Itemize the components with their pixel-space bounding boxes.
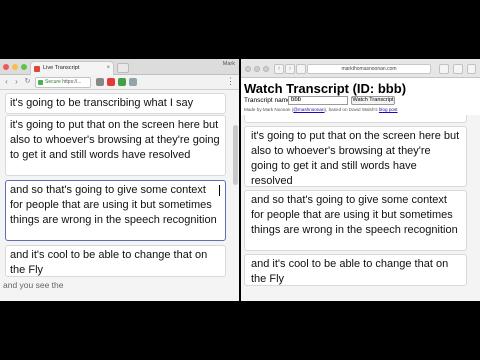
lock-icon (38, 80, 43, 85)
reload-icon[interactable]: ↻ (23, 77, 32, 87)
watch-transcript-button[interactable]: Watch Transcript (351, 96, 395, 105)
tabs-icon[interactable] (453, 64, 463, 74)
text-cursor (219, 185, 220, 196)
watch-transcript-window: ‹ › markthomasnoonan.com Watch Transcrip… (241, 59, 480, 301)
tab-title: Live Transcript (43, 65, 80, 71)
transcript-item-editing[interactable]: and so that's going to give some context… (5, 180, 226, 241)
close-window-icon[interactable] (3, 64, 9, 70)
new-tab-button[interactable] (117, 63, 129, 73)
transcript-item[interactable]: and it's cool to be able to change that … (5, 245, 226, 277)
back-icon[interactable]: ‹ (2, 77, 11, 87)
url-secure-label: Secure (45, 79, 61, 85)
transcript-item-partial (244, 115, 467, 123)
transcript-item: it's going to put that on the screen her… (244, 126, 467, 187)
puzzle-icon[interactable] (129, 78, 137, 86)
minimize-window-icon[interactable] (254, 66, 260, 72)
address-bar[interactable]: markthomasnoonan.com (307, 64, 431, 74)
transcript-text: it's going to be transcribing what I say (10, 97, 194, 109)
transcript-item[interactable]: it's going to put that on the screen her… (5, 115, 226, 176)
favicon-icon (34, 66, 40, 72)
transcript-text: it's going to put that on the screen her… (10, 119, 220, 161)
credit-prefix: Made by Mark Noonan (244, 107, 291, 112)
shield-icon[interactable] (107, 78, 115, 86)
transcript-item[interactable]: it's going to be transcribing what I say (5, 93, 226, 114)
watch-transcript-list: it's going to put that on the screen her… (241, 115, 480, 301)
transcript-text: and it's cool to be able to change that … (251, 258, 449, 285)
add-tab-icon[interactable] (467, 64, 476, 74)
profile-name[interactable]: Mark (223, 61, 235, 67)
transcript-item: and it's cool to be able to change that … (244, 254, 467, 286)
share-icon[interactable] (439, 64, 449, 74)
interim-transcript: and you see the (3, 280, 64, 290)
url-text: https://... (62, 79, 82, 85)
transcript-list: it's going to be transcribing what I say… (0, 90, 239, 301)
transcript-text: and it's cool to be able to change that … (10, 249, 208, 276)
scrollbar-thumb[interactable] (233, 125, 238, 185)
back-icon[interactable]: ‹ (274, 64, 284, 74)
tab-live-transcript[interactable]: Live Transcript × (30, 61, 114, 75)
transcript-text: and so that's going to give some context… (251, 194, 458, 236)
tab-close-icon[interactable]: × (106, 62, 110, 75)
credit-mid: , based on David Walsh's (326, 107, 378, 112)
transcript-name-label: Transcript name: (244, 97, 293, 104)
title-bar: ‹ › markthomasnoonan.com (241, 59, 480, 78)
live-transcript-window: Live Transcript × Mark ‹ › ↻ Secure http… (0, 59, 239, 301)
maximize-window-icon[interactable] (21, 64, 27, 70)
close-window-icon[interactable] (245, 66, 251, 72)
transcript-item: and so that's going to give some context… (244, 190, 467, 251)
blog-post-link[interactable]: blog post (379, 107, 398, 112)
transcript-name-input[interactable]: bbb (288, 96, 348, 105)
transcript-text: it's going to put that on the screen her… (251, 130, 460, 187)
transcript-text: and so that's going to give some context… (10, 184, 217, 226)
maximize-window-icon[interactable] (263, 66, 269, 72)
page-title: Watch Transcript (ID: bbb) (244, 81, 407, 96)
sidebar-icon[interactable] (296, 64, 306, 74)
extension-icon[interactable] (96, 78, 104, 86)
credit-line: Made by Mark Noonan (@mashnoonan), based… (244, 107, 398, 112)
minimize-window-icon[interactable] (12, 64, 18, 70)
browser-toolbar: ‹ › ↻ Secure https://... ⋮ (0, 75, 239, 90)
tag-icon[interactable] (118, 78, 126, 86)
twitter-link[interactable]: @mashnoonan (293, 107, 324, 112)
forward-icon[interactable]: › (285, 64, 295, 74)
forward-icon[interactable]: › (12, 77, 21, 87)
menu-icon[interactable]: ⋮ (226, 76, 235, 87)
address-bar[interactable]: Secure https://... (35, 77, 91, 88)
tab-strip: Live Transcript × Mark (0, 59, 239, 75)
